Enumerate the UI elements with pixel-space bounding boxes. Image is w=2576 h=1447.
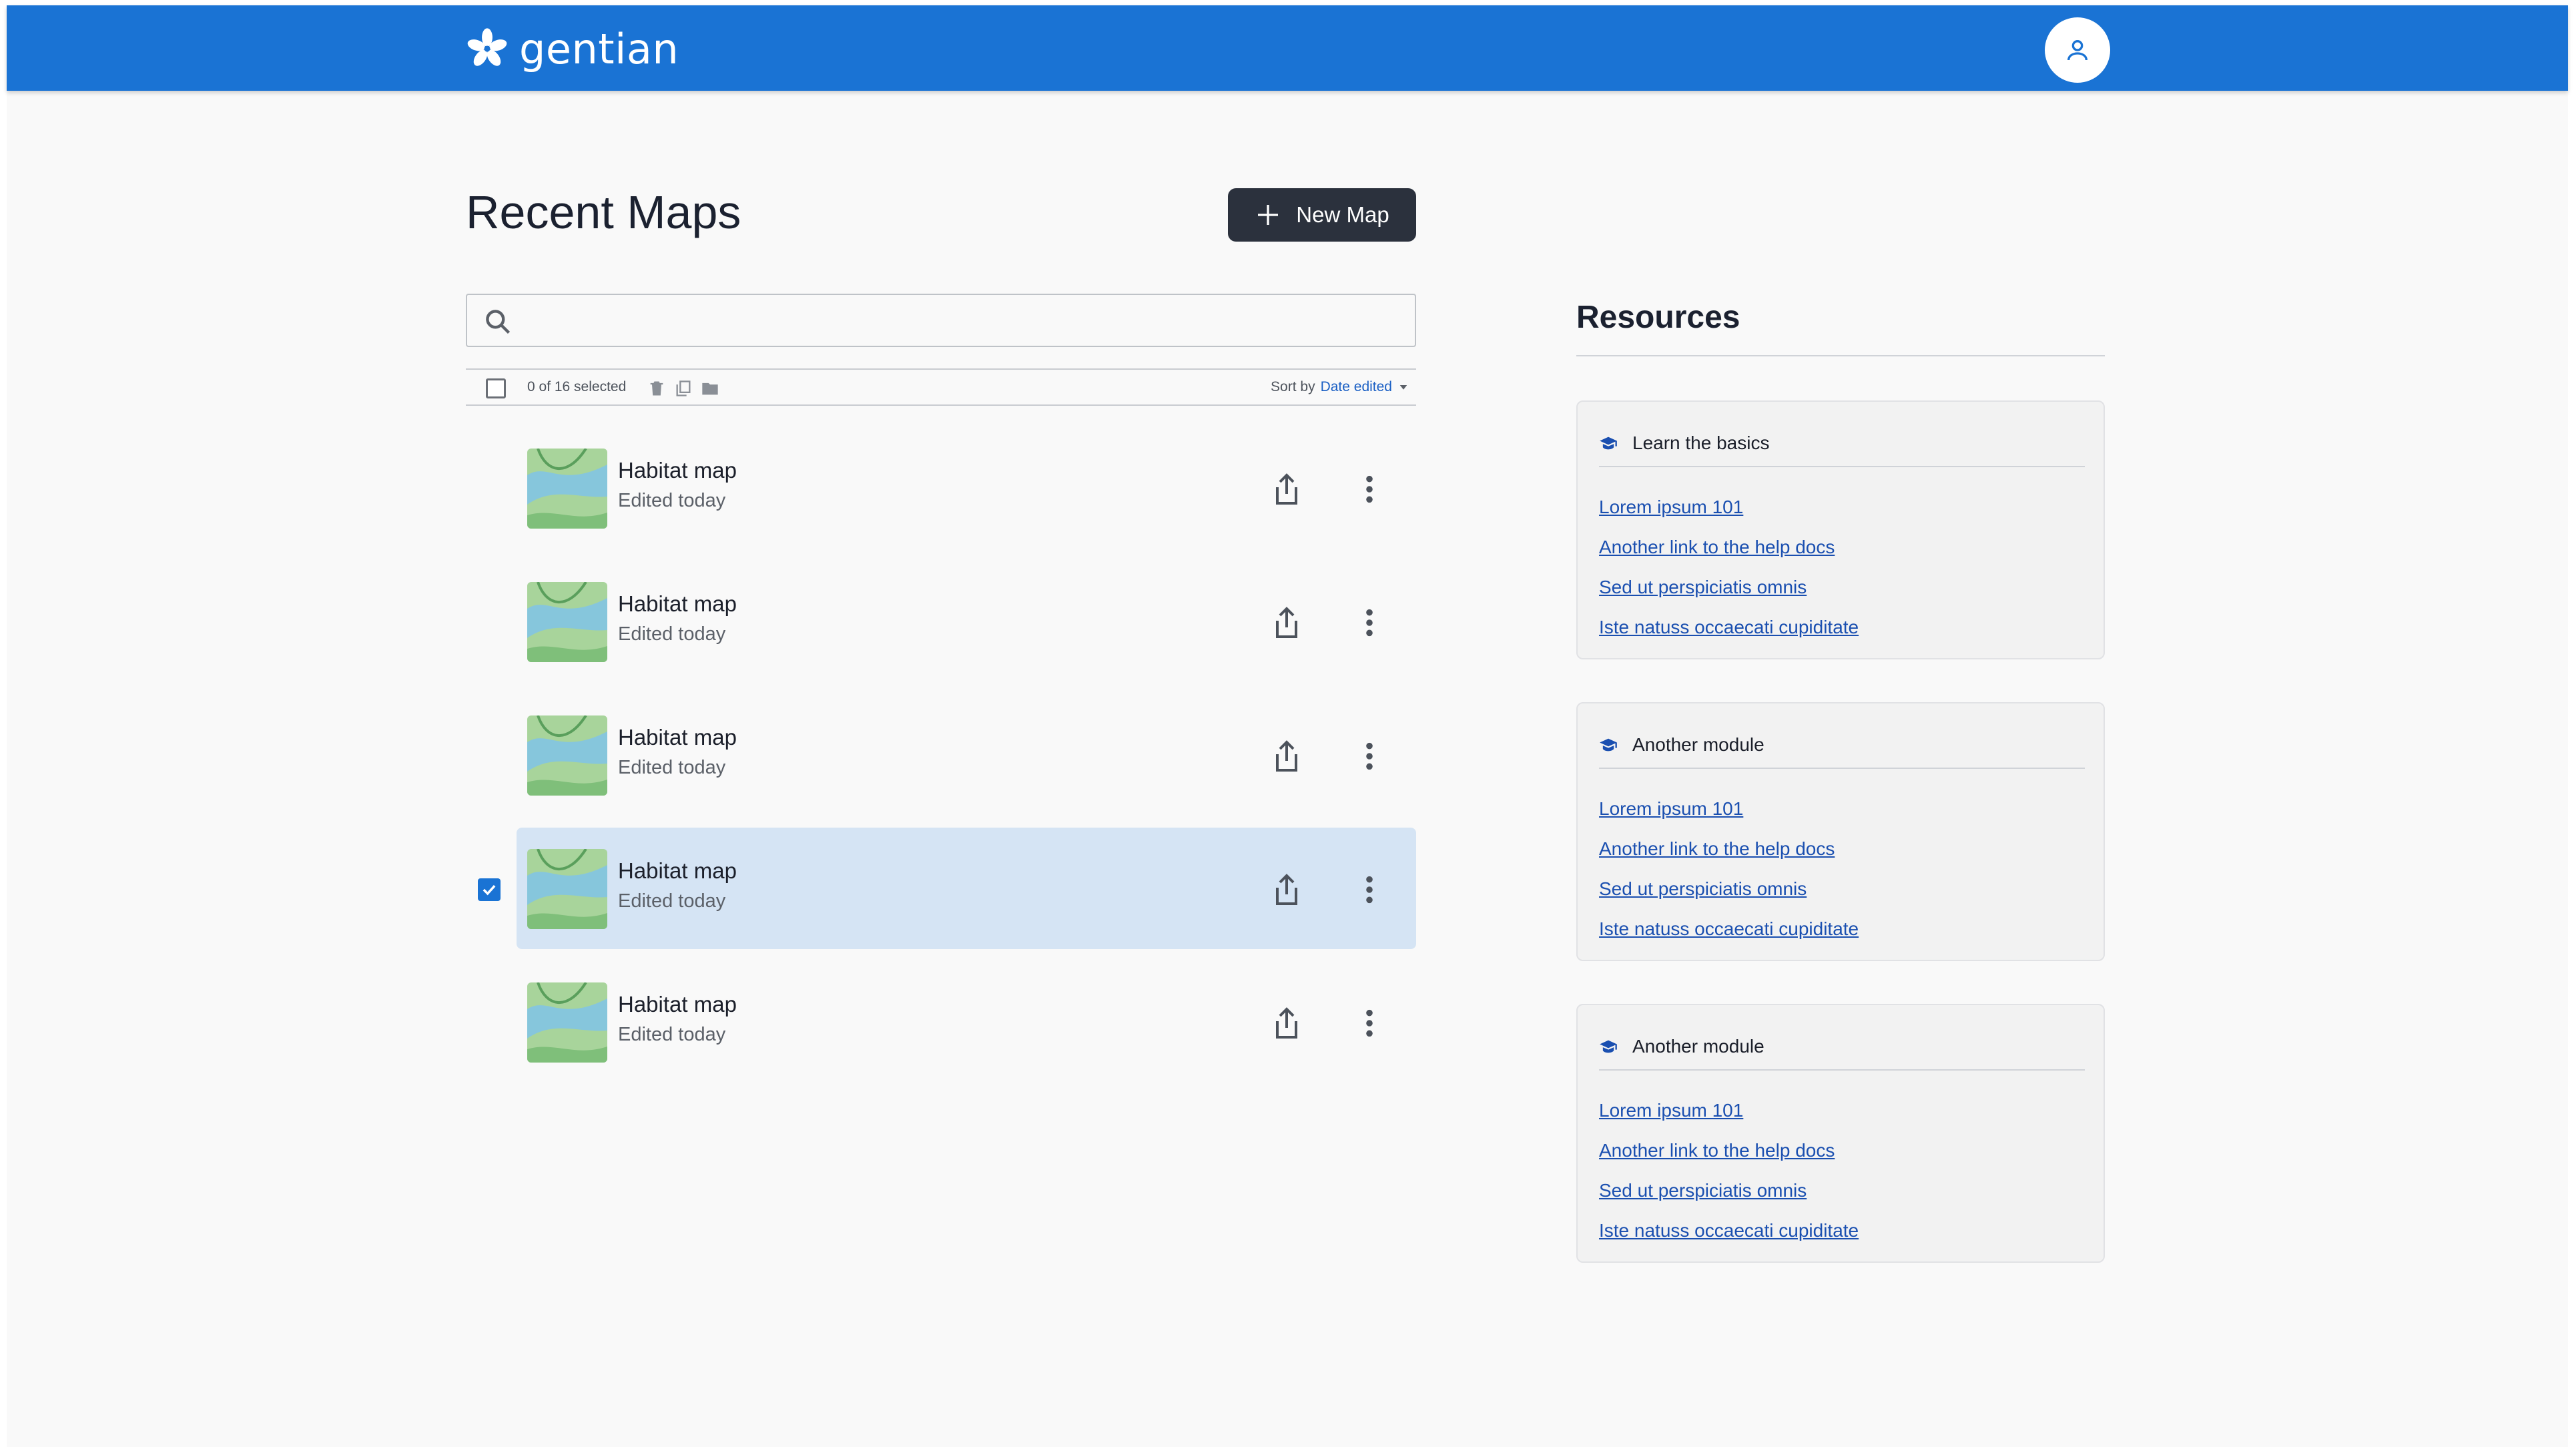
map-thumbnail bbox=[527, 849, 607, 929]
help-link[interactable]: Another link to the help docs bbox=[1599, 1140, 1835, 1161]
more-options-icon[interactable] bbox=[1363, 1008, 1376, 1039]
account-avatar-button[interactable] bbox=[2045, 17, 2110, 83]
map-thumbnail bbox=[527, 582, 607, 662]
map-title[interactable]: Habitat map bbox=[618, 858, 737, 884]
graduation-cap-icon bbox=[1600, 738, 1617, 752]
map-thumbnail bbox=[527, 449, 607, 529]
caret-down-icon bbox=[1399, 385, 1407, 390]
resources-divider bbox=[1576, 355, 2105, 356]
sort-control[interactable]: Sort by Date edited bbox=[1271, 379, 1409, 395]
help-link[interactable]: Another link to the help docs bbox=[1599, 838, 1835, 860]
map-title[interactable]: Habitat map bbox=[618, 992, 737, 1017]
help-link[interactable]: Lorem ipsum 101 bbox=[1599, 1100, 1743, 1121]
folder-icon[interactable] bbox=[701, 379, 719, 398]
help-link[interactable]: Sed ut perspiciatis omnis bbox=[1599, 1180, 1807, 1201]
map-item[interactable]: Habitat map Edited today bbox=[517, 554, 1416, 675]
copy-icon[interactable] bbox=[674, 379, 693, 398]
module-title: Another module bbox=[1632, 1036, 1764, 1057]
more-options-icon[interactable] bbox=[1363, 607, 1376, 638]
help-link[interactable]: Iste natuss occaecati cupiditate bbox=[1599, 918, 1859, 940]
user-icon bbox=[2067, 39, 2087, 61]
new-map-button[interactable]: New Map bbox=[1228, 188, 1416, 242]
map-edited-date: Edited today bbox=[618, 1024, 726, 1045]
help-link[interactable]: Sed ut perspiciatis omnis bbox=[1599, 577, 1807, 598]
map-item[interactable]: Habitat map Edited today bbox=[517, 420, 1416, 542]
map-thumbnail bbox=[527, 982, 607, 1063]
resource-module-card: Another module Lorem ipsum 101 Another l… bbox=[1576, 702, 2105, 961]
map-edited-date: Edited today bbox=[618, 757, 726, 778]
top-app-bar: gentian bbox=[7, 5, 2568, 91]
module-header: Another module bbox=[1599, 734, 1764, 756]
resource-module-card: Another module Lorem ipsum 101 Another l… bbox=[1576, 1004, 2105, 1263]
help-link[interactable]: Another link to the help docs bbox=[1599, 537, 1835, 558]
selection-count: 0 of 16 selected bbox=[527, 379, 627, 394]
share-icon[interactable] bbox=[1271, 872, 1303, 906]
map-edited-date: Edited today bbox=[618, 623, 726, 645]
more-options-icon[interactable] bbox=[1363, 741, 1376, 772]
share-icon[interactable] bbox=[1271, 738, 1303, 773]
module-divider bbox=[1599, 466, 2085, 467]
module-header: Another module bbox=[1599, 1036, 1764, 1057]
select-all-checkbox[interactable] bbox=[486, 378, 506, 398]
list-toolbar: 0 of 16 selected Sort by Date edited bbox=[466, 368, 1416, 406]
sort-value[interactable]: Date edited bbox=[1321, 379, 1392, 395]
sort-label: Sort by bbox=[1271, 379, 1315, 394]
map-edited-date: Edited today bbox=[618, 890, 726, 912]
map-edited-date: Edited today bbox=[618, 490, 726, 511]
share-icon[interactable] bbox=[1271, 1005, 1303, 1040]
share-icon[interactable] bbox=[1271, 605, 1303, 639]
module-title: Another module bbox=[1632, 734, 1764, 755]
map-item[interactable]: Habitat map Edited today bbox=[517, 954, 1416, 1076]
plus-icon bbox=[1258, 205, 1279, 225]
map-title[interactable]: Habitat map bbox=[618, 725, 737, 750]
more-options-icon[interactable] bbox=[1363, 874, 1376, 905]
help-link[interactable]: Iste natuss occaecati cupiditate bbox=[1599, 617, 1859, 638]
new-map-label: New Map bbox=[1296, 202, 1389, 227]
brand-logo[interactable]: gentian bbox=[464, 24, 679, 73]
help-link[interactable]: Lorem ipsum 101 bbox=[1599, 497, 1743, 518]
module-divider bbox=[1599, 768, 2085, 769]
page-title: Recent Maps bbox=[466, 186, 741, 238]
resource-module-card: Learn the basics Lorem ipsum 101 Another… bbox=[1576, 400, 2105, 659]
graduation-cap-icon bbox=[1600, 437, 1617, 450]
more-options-icon[interactable] bbox=[1363, 474, 1376, 505]
share-icon[interactable] bbox=[1271, 471, 1303, 506]
map-item[interactable]: Habitat map Edited today bbox=[517, 687, 1416, 809]
map-item-selected[interactable]: Habitat map Edited today bbox=[517, 828, 1416, 949]
help-link[interactable]: Iste natuss occaecati cupiditate bbox=[1599, 1220, 1859, 1241]
module-header: Learn the basics bbox=[1599, 432, 1769, 454]
search-input[interactable] bbox=[527, 302, 1395, 339]
map-thumbnail bbox=[527, 715, 607, 796]
module-divider bbox=[1599, 1069, 2085, 1071]
brand-name: gentian bbox=[519, 24, 679, 73]
map-item-checkbox-checked[interactable] bbox=[478, 878, 501, 901]
trash-icon[interactable] bbox=[647, 379, 666, 398]
module-title: Learn the basics bbox=[1632, 432, 1770, 453]
map-title[interactable]: Habitat map bbox=[618, 591, 737, 617]
map-title[interactable]: Habitat map bbox=[618, 458, 737, 483]
gentian-flower-icon bbox=[467, 28, 507, 66]
resources-title: Resources bbox=[1576, 300, 1740, 335]
graduation-cap-icon bbox=[1600, 1040, 1617, 1053]
search-icon bbox=[486, 310, 511, 334]
search-bar[interactable] bbox=[466, 294, 1416, 347]
help-link[interactable]: Lorem ipsum 101 bbox=[1599, 798, 1743, 820]
checkmark-icon bbox=[482, 884, 496, 896]
help-link[interactable]: Sed ut perspiciatis omnis bbox=[1599, 878, 1807, 900]
